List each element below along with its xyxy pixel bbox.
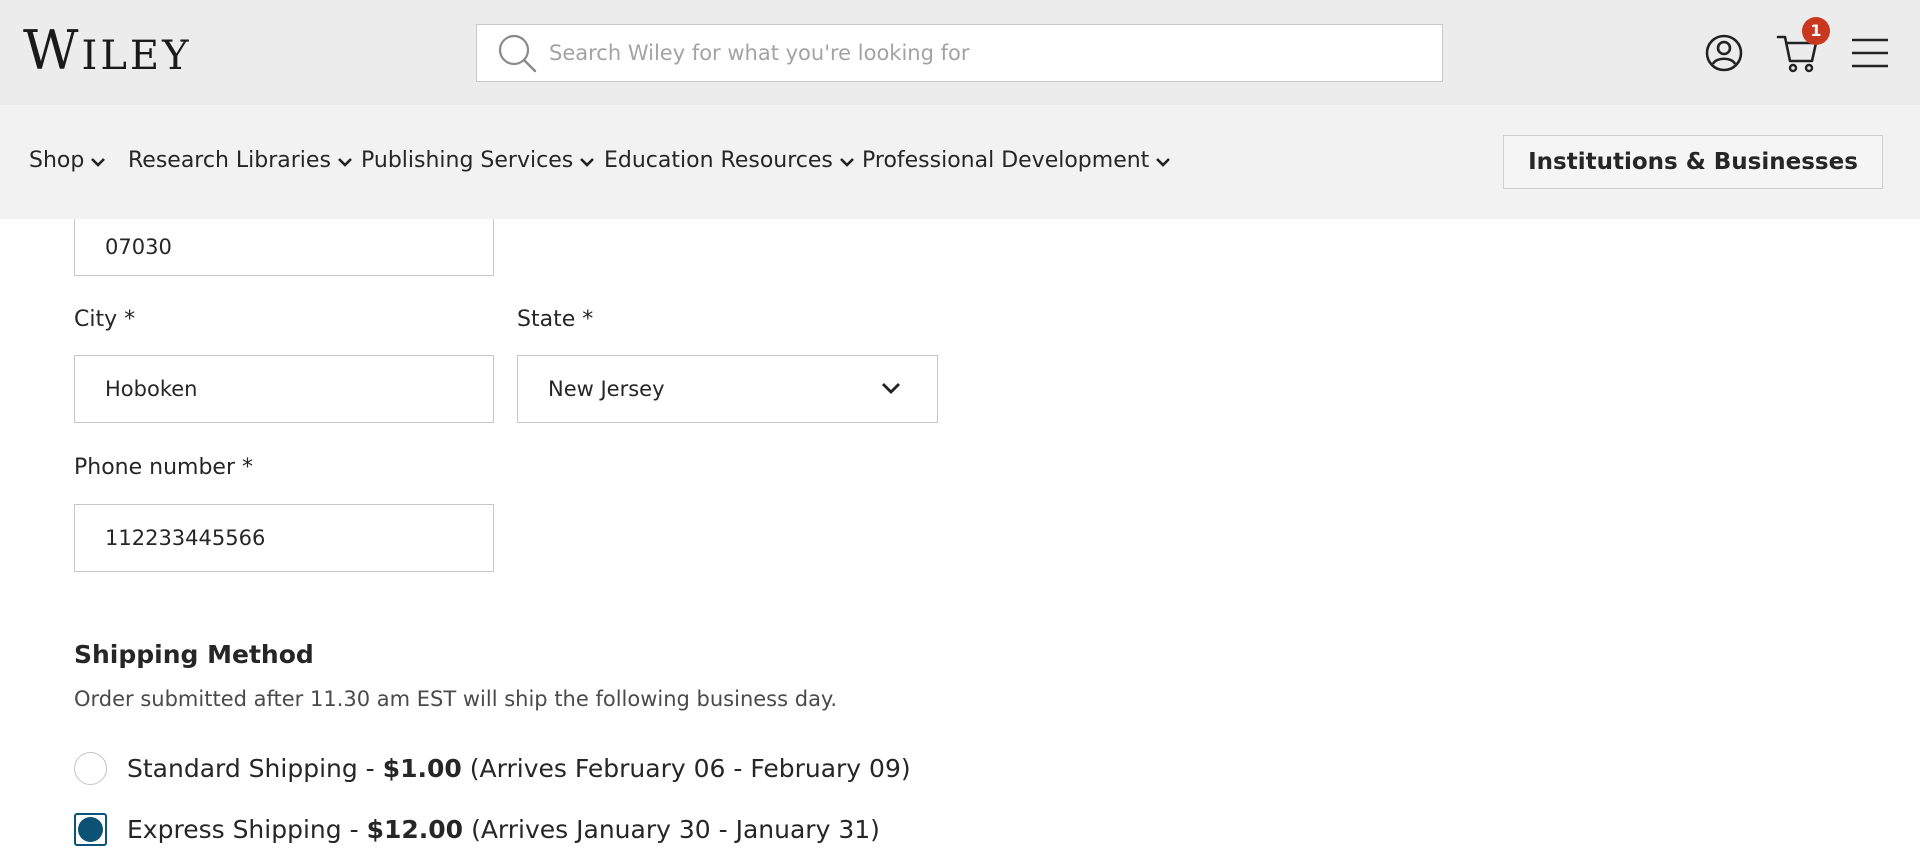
chevron-down-icon [91, 157, 106, 167]
phone-label: Phone number * [74, 455, 253, 480]
chevron-down-icon [580, 157, 595, 167]
chevron-down-icon [1156, 157, 1171, 167]
zip-code-field[interactable]: 07030 [74, 219, 494, 276]
nav-item-education-resources[interactable]: Education Resources [604, 148, 855, 173]
chevron-down-icon [338, 157, 352, 167]
shipping-note: Order submitted after 11.30 am EST will … [74, 687, 838, 711]
phone-value: 112233445566 [105, 526, 266, 550]
zip-code-value: 07030 [105, 235, 172, 259]
chevron-down-icon [882, 383, 900, 394]
express-shipping-option[interactable]: Express Shipping - $12.00 (Arrives January… [74, 813, 880, 846]
state-value: New Jersey [548, 377, 665, 401]
nav-item-professional-development[interactable]: Professional Development [862, 148, 1171, 173]
main-nav: Shop Research Libraries Publishing Servi… [0, 105, 1920, 219]
radio-selected-dot [78, 817, 103, 842]
city-value: Hoboken [105, 377, 198, 401]
nav-item-research-libraries[interactable]: Research Libraries [128, 148, 353, 173]
state-label: State * [517, 307, 594, 332]
user-icon [1705, 34, 1743, 72]
account-button[interactable] [1704, 33, 1744, 73]
wiley-logo[interactable]: W ILEY [23, 24, 191, 78]
phone-field[interactable]: 112233445566 [74, 504, 494, 572]
search-bar [476, 24, 1443, 82]
top-header: WILEY 1 [0, 0, 1920, 105]
express-shipping-radio[interactable] [74, 813, 107, 846]
shipping-method-heading: Shipping Method [74, 640, 314, 669]
chevron-down-icon [839, 157, 854, 167]
hamburger-menu-icon [1852, 38, 1888, 68]
state-select[interactable]: New Jersey [517, 355, 938, 423]
search-input[interactable] [549, 25, 1442, 81]
nav-item-shop[interactable]: Shop [29, 148, 106, 173]
standard-shipping-option[interactable]: Standard Shipping - $1.00 (Arrives Februar… [74, 752, 911, 785]
institutions-businesses-button[interactable]: Institutions & Businesses [1503, 135, 1883, 189]
city-label: City * [74, 307, 136, 332]
standard-shipping-radio[interactable] [74, 752, 107, 785]
menu-button[interactable] [1850, 36, 1890, 70]
nav-item-publishing-services[interactable]: Publishing Services [361, 148, 595, 173]
city-field[interactable]: Hoboken [74, 355, 494, 423]
search-icon[interactable] [495, 31, 539, 75]
cart-count-badge: 1 [1802, 17, 1830, 45]
